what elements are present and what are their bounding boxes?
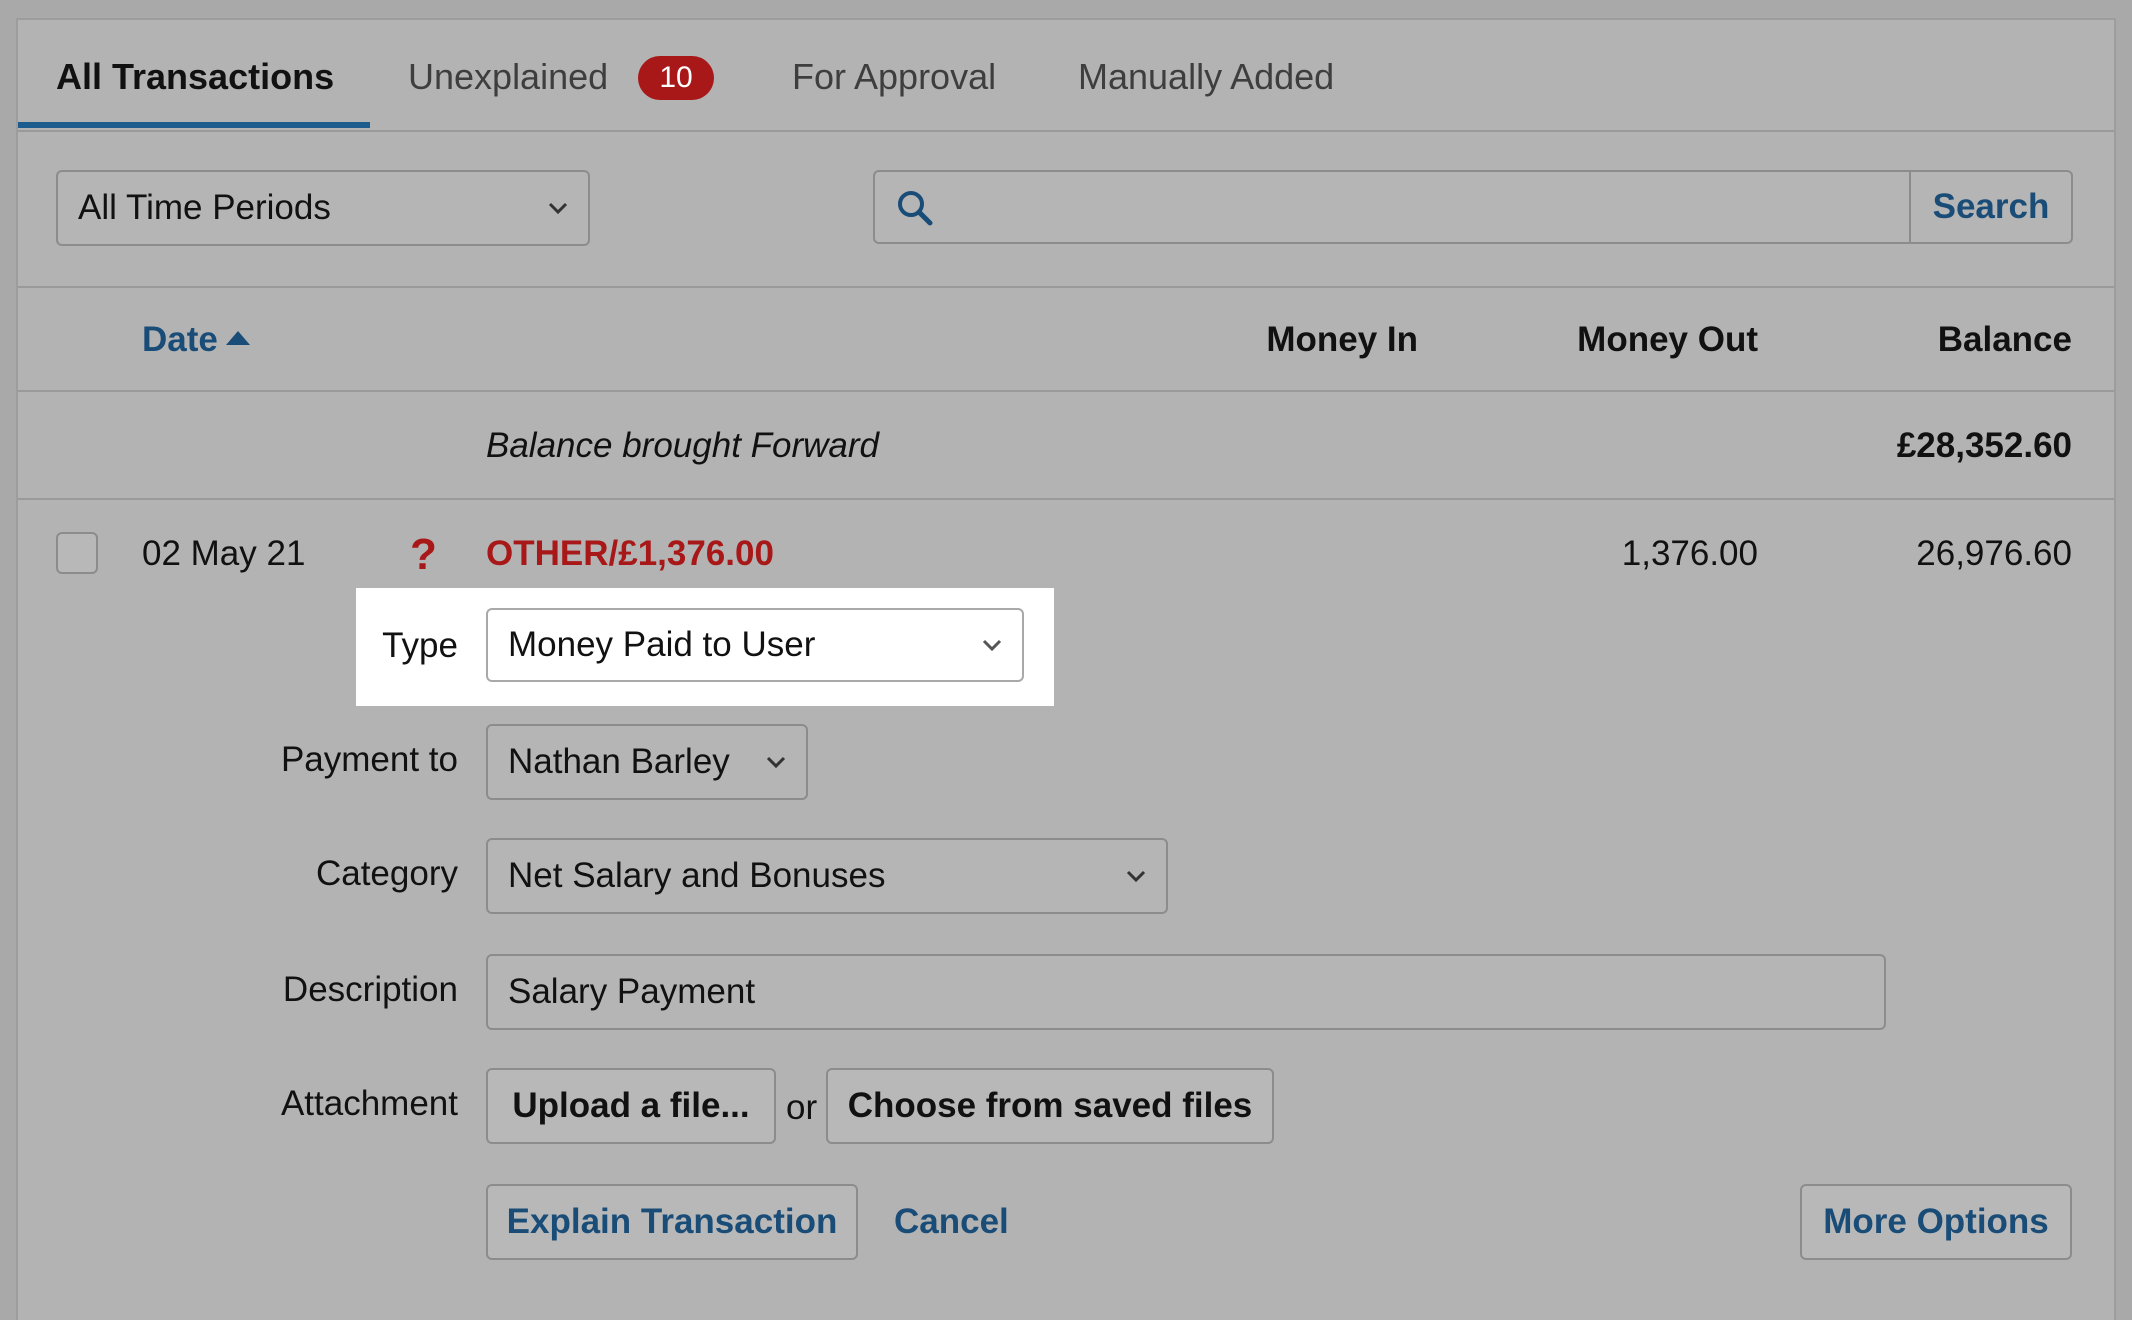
tab-all-transactions[interactable]: All Transactions [56, 56, 334, 98]
brought-forward-balance: £28,352.60 [1896, 426, 2072, 465]
category-value: Net Salary and Bonuses [508, 856, 886, 895]
tab-unexplained[interactable]: Unexplained [408, 56, 608, 98]
description-label: Description [282, 970, 458, 1009]
sort-ascending-icon [225, 331, 250, 345]
chevron-down-icon [548, 202, 568, 215]
time-period-value: All Time Periods [78, 188, 331, 227]
search-input[interactable]: Search [873, 170, 2073, 244]
chevron-down-icon [1126, 870, 1146, 883]
payment-to-value: Nathan Barley [508, 742, 730, 781]
time-period-select[interactable]: All Time Periods [56, 170, 590, 246]
explain-transaction-button[interactable]: Explain Transaction [486, 1184, 858, 1260]
tab-for-approval[interactable]: For Approval [792, 56, 996, 98]
type-value: Money Paid to User [508, 625, 816, 664]
transactions-panel: All Transactions Unexplained 10 For Appr… [16, 18, 2116, 1320]
upload-file-button[interactable]: Upload a file... [486, 1068, 776, 1144]
divider [18, 390, 2114, 392]
date-header-label: Date [142, 320, 218, 359]
payment-to-label: Payment to [280, 740, 458, 779]
category-select[interactable]: Net Salary and Bonuses [486, 838, 1168, 914]
type-select[interactable]: Money Paid to User [486, 608, 1024, 682]
transaction-balance: 26,976.60 [1916, 534, 2072, 573]
money-in-header: Money In [1266, 320, 1418, 359]
search-button[interactable]: Search [1909, 172, 2071, 242]
more-options-button[interactable]: More Options [1800, 1184, 2072, 1260]
attachment-label: Attachment [280, 1084, 458, 1123]
tab-manually-added[interactable]: Manually Added [1078, 56, 1334, 98]
chevron-down-icon [982, 639, 1002, 652]
or-text: or [786, 1088, 818, 1127]
category-label: Category [315, 854, 458, 893]
chevron-down-icon [766, 756, 786, 769]
description-value: Salary Payment [508, 972, 756, 1011]
active-tab-indicator [18, 122, 370, 128]
cancel-link[interactable]: Cancel [894, 1202, 1009, 1242]
transaction-money-out: 1,376.00 [1621, 534, 1758, 573]
date-column-header[interactable]: Date [142, 320, 250, 360]
balance-header: Balance [1937, 320, 2072, 359]
row-checkbox[interactable] [56, 532, 98, 574]
divider [18, 498, 2114, 500]
payment-to-select[interactable]: Nathan Barley [486, 724, 808, 800]
search-icon [898, 191, 933, 226]
choose-saved-files-button[interactable]: Choose from saved files [826, 1068, 1274, 1144]
divider [18, 286, 2114, 288]
question-mark-icon: ? [410, 530, 437, 579]
balance-brought-forward-label: Balance brought Forward [486, 426, 879, 465]
unexplained-count-badge: 10 [638, 56, 714, 100]
tab-bar: All Transactions Unexplained 10 For Appr… [18, 20, 2114, 132]
type-label: Type [382, 626, 458, 665]
description-input[interactable]: Salary Payment [486, 954, 1886, 1030]
transaction-date: 02 May 21 [142, 534, 306, 573]
money-out-header: Money Out [1577, 320, 1758, 359]
transaction-description[interactable]: OTHER/£1,376.00 [486, 534, 774, 574]
